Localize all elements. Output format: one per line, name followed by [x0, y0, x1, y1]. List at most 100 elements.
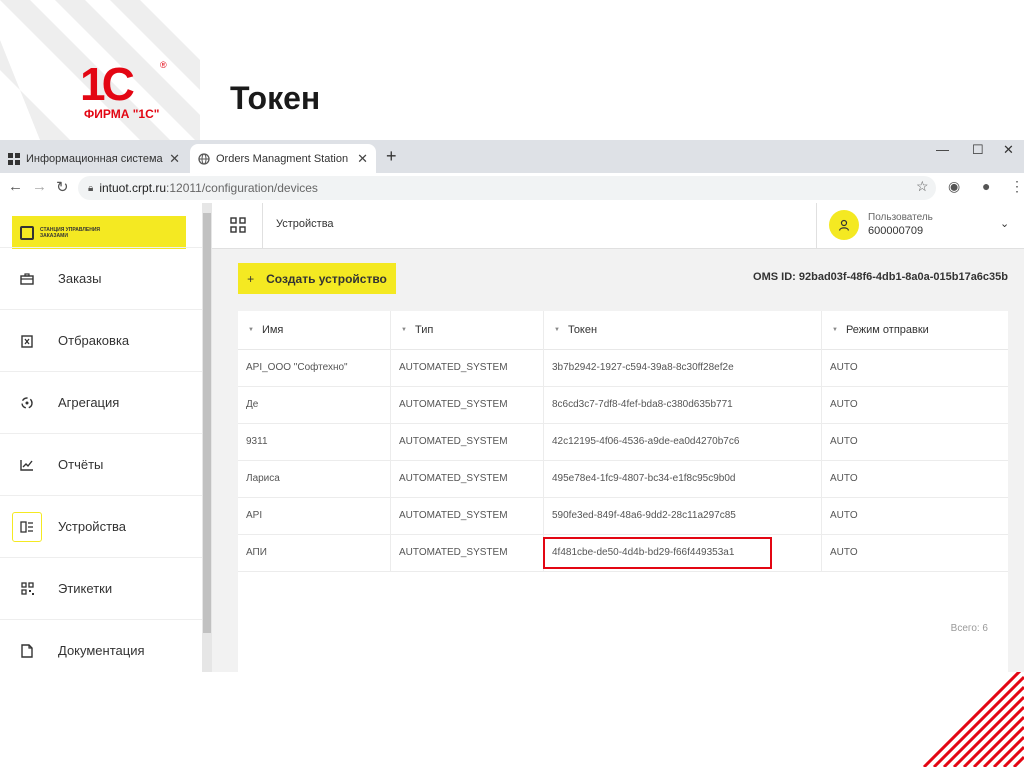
logo-text: ФИРМА "1С"	[84, 107, 159, 121]
cell-mode: AUTO	[830, 436, 858, 447]
total-count: Всего: 6	[950, 623, 988, 634]
sort-icon: ▼	[401, 327, 407, 333]
minimize-icon[interactable]: —	[936, 142, 949, 157]
menu-icon[interactable]: ⋮	[1010, 178, 1024, 195]
forward-icon[interactable]: →	[32, 178, 47, 195]
token-highlight-box	[543, 537, 772, 569]
brand-logo[interactable]: СТАНЦИЯ УПРАВЛЕНИЯ ЗАКАЗАМИ	[12, 216, 186, 249]
sort-icon: ▼	[248, 327, 254, 333]
cell-name: Лариса	[238, 460, 391, 497]
briefcase-icon	[12, 264, 42, 294]
top-bar: Устройства Пользователь 600000709 ⌄	[212, 203, 1024, 249]
cell-type: AUTOMATED_SYSTEM	[391, 534, 544, 571]
table-row[interactable]: Лариса AUTOMATED_SYSTEM 495e78e4-1fc9-48…	[238, 460, 1008, 498]
sort-icon: ▼	[554, 327, 560, 333]
table-row[interactable]: 9311 AUTOMATED_SYSTEM 42c12195-4f06-4536…	[238, 423, 1008, 461]
divider	[816, 203, 817, 248]
table-header: ▼ Имя ▼ Тип ▼ Токен ▼ Режим отправки	[238, 311, 1008, 350]
sidebar-item-label: Документация	[58, 643, 145, 658]
sidebar-item-orders[interactable]: Заказы	[0, 247, 202, 309]
cell-name: API	[238, 497, 391, 534]
sidebar-item-label: Агрегация	[58, 395, 120, 410]
scrollbar-thumb[interactable]	[203, 213, 211, 633]
divider	[262, 203, 263, 248]
cell-type: AUTOMATED_SYSTEM	[391, 349, 544, 386]
sidebar-item-documentation[interactable]: Документация	[0, 619, 202, 672]
back-icon[interactable]: ←	[8, 178, 23, 195]
browser-window: Информационная система маркировки ✕ Orde…	[0, 140, 1024, 672]
column-header-type[interactable]: ▼ Тип	[391, 311, 544, 349]
user-label: Пользователь	[868, 212, 933, 223]
cell-token: 42c12195-4f06-4536-a9de-ea0d4270b7c6	[544, 423, 822, 460]
cell-token: 495e78e4-1fc9-4807-bc34-e1f8c95c9b0d	[544, 460, 822, 497]
sidebar-item-label: Отчёты	[58, 457, 104, 472]
page-section-title: Устройства	[276, 218, 334, 230]
cell-name: АПИ	[238, 534, 391, 571]
apps-grid-icon[interactable]	[230, 217, 246, 233]
column-header-mode[interactable]: ▼ Режим отправки	[822, 311, 1008, 349]
close-tab-icon[interactable]: ✕	[169, 151, 180, 167]
reject-box-icon	[12, 326, 42, 356]
maximize-icon[interactable]: ☐	[972, 142, 984, 158]
browser-tab-orders[interactable]: Orders Managment Station ✕	[190, 144, 376, 173]
sidebar: СТАНЦИЯ УПРАВЛЕНИЯ ЗАКАЗАМИ Заказы Отбра…	[0, 203, 212, 672]
chevron-down-icon[interactable]: ⌄	[1000, 217, 1009, 230]
table-row[interactable]: API_ООО "Софтехно" AUTOMATED_SYSTEM 3b7b…	[238, 349, 1008, 387]
lock-icon: 🔒︎	[88, 182, 94, 194]
cell-mode: AUTO	[830, 510, 858, 521]
reload-icon[interactable]: ↻	[56, 178, 69, 196]
close-window-icon[interactable]: ✕	[1003, 142, 1014, 158]
cell-mode: AUTO	[830, 473, 858, 484]
brand-text: СТАНЦИЯ УПРАВЛЕНИЯ ЗАКАЗАМИ	[40, 226, 101, 239]
decorative-red-stripes	[922, 667, 1024, 767]
cell-name: 9311	[238, 423, 391, 460]
document-icon	[12, 636, 42, 666]
table-row[interactable]: API AUTOMATED_SYSTEM 590fe3ed-849f-48a6-…	[238, 497, 1008, 535]
plus-icon: +	[247, 271, 255, 286]
oms-id: OMS ID: 92bad03f-48f6-4db1-8a0a-015b17a6…	[753, 271, 1008, 283]
sidebar-item-label: Этикетки	[58, 581, 113, 596]
sort-icon: ▼	[832, 327, 838, 333]
cell-token: 8c6cd3c7-7df8-4fef-bda8-c380d635b771	[544, 386, 822, 423]
chart-icon	[12, 450, 42, 480]
sidebar-item-label: Устройства	[58, 519, 127, 534]
tab-bar: Информационная система маркировки ✕ Orde…	[0, 140, 1024, 173]
tab-title: Orders Managment Station	[216, 152, 349, 165]
cell-name: API_ООО "Софтехно"	[238, 349, 391, 386]
table-row[interactable]: Де AUTOMATED_SYSTEM 8c6cd3c7-7df8-4fef-b…	[238, 386, 1008, 424]
browser-tab-marking-system[interactable]: Информационная система маркировки ✕	[0, 144, 188, 173]
avatar[interactable]	[829, 210, 859, 240]
extension-icon[interactable]: ◉	[948, 178, 960, 195]
cell-mode: AUTO	[830, 547, 858, 558]
app-page: СТАНЦИЯ УПРАВЛЕНИЯ ЗАКАЗАМИ Заказы Отбра…	[0, 203, 1024, 672]
cell-mode: AUTO	[830, 399, 858, 410]
sidebar-item-devices[interactable]: Устройства	[0, 495, 202, 557]
cell-token: 590fe3ed-849f-48a6-9dd2-28c11a297c85	[544, 497, 822, 534]
globe-icon	[198, 152, 210, 165]
sidebar-item-reports[interactable]: Отчёты	[0, 433, 202, 495]
cell-type: AUTOMATED_SYSTEM	[391, 497, 544, 534]
column-header-name[interactable]: ▼ Имя	[238, 311, 391, 349]
url-field[interactable]: 🔒︎ intuot.crpt.ru:12011/configuration/de…	[78, 176, 936, 200]
create-device-button[interactable]: + Создать устройство	[238, 263, 396, 294]
url-path: :12011/configuration/devices	[166, 181, 318, 195]
sidebar-item-labels[interactable]: Этикетки	[0, 557, 202, 619]
url-host: intuot.crpt.ru	[99, 181, 167, 195]
cell-token: 3b7b2942-1927-c594-39a8-8c30ff28ef2e	[544, 349, 822, 386]
sidebar-item-aggregation[interactable]: Агрегация	[0, 371, 202, 433]
grid-icon	[8, 152, 20, 165]
profile-icon[interactable]: ●	[982, 178, 990, 194]
sidebar-scrollbar[interactable]	[202, 203, 212, 672]
1c-logo: 1С ® ФИРМА "1С"	[80, 58, 167, 121]
main-content: Устройства Пользователь 600000709 ⌄ + Со…	[212, 203, 1024, 672]
column-header-token[interactable]: ▼ Токен	[544, 311, 822, 349]
new-tab-icon[interactable]: +	[386, 146, 397, 167]
brand-icon	[20, 225, 34, 240]
devices-table: ▼ Имя ▼ Тип ▼ Токен ▼ Режим отправки API_ООО…	[238, 311, 1008, 672]
create-device-label: Создать устройство	[266, 271, 387, 286]
close-tab-icon[interactable]: ✕	[357, 151, 368, 167]
sidebar-item-rejection[interactable]: Отбраковка	[0, 309, 202, 371]
cell-name: Де	[238, 386, 391, 423]
devices-icon	[12, 511, 42, 542]
star-icon[interactable]: ☆	[916, 178, 929, 195]
